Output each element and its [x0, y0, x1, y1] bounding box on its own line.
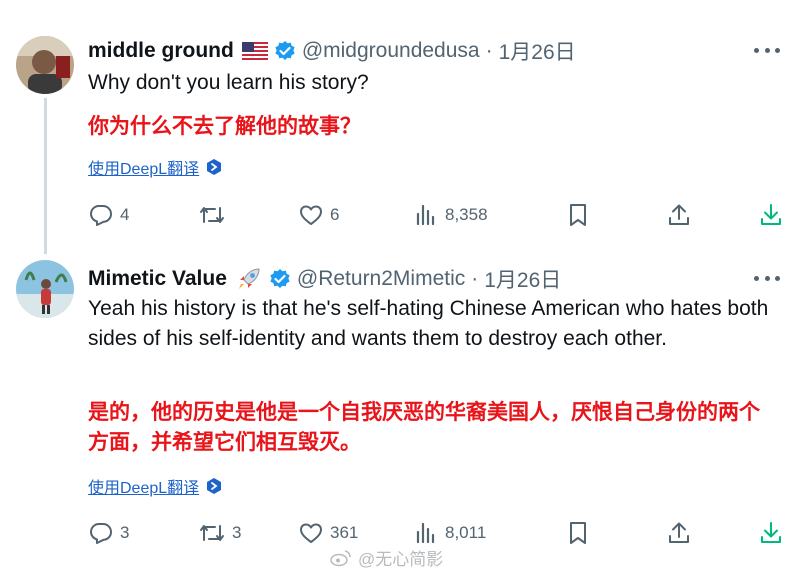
- tweet-text: Why don't you learn his story?: [88, 71, 369, 94]
- views-button[interactable]: 8,011: [413, 518, 486, 548]
- avatar[interactable]: [16, 36, 74, 94]
- more-icon[interactable]: [754, 268, 780, 288]
- thread-line: [44, 98, 47, 254]
- translate-link[interactable]: 使用DeepL翻译: [88, 474, 223, 498]
- bookmark-button[interactable]: [566, 200, 590, 230]
- separator: ·: [485, 39, 493, 62]
- watermark-text: @无心简影: [358, 550, 444, 569]
- download-button[interactable]: [758, 200, 784, 230]
- tweet-header: Mimetic Value @Return2Mimetic · 1月26日: [88, 264, 561, 294]
- bookmark-button[interactable]: [566, 518, 590, 548]
- display-name[interactable]: Mimetic Value: [88, 267, 227, 291]
- views-count: 8,011: [445, 523, 487, 542]
- retweet-button[interactable]: 3: [198, 518, 241, 548]
- like-button[interactable]: 361: [298, 518, 358, 548]
- share-button[interactable]: [666, 518, 692, 548]
- tweet-2[interactable]: Mimetic Value @Return2Mimetic · 1月26日 Ye…: [0, 248, 800, 574]
- bookmark-icon: [566, 202, 590, 228]
- heart-icon: [298, 520, 324, 546]
- rocket-icon: [235, 265, 263, 293]
- like-count: 6: [330, 205, 340, 224]
- retweet-icon: [198, 520, 226, 546]
- deepl-icon: [205, 158, 223, 176]
- separator: ·: [471, 267, 479, 290]
- tweet-date[interactable]: 1月26日: [484, 264, 561, 294]
- share-icon: [666, 520, 692, 546]
- avatar[interactable]: [16, 260, 74, 318]
- translation-text: 是的，他的历史是他是一个自我厌恶的华裔美国人，厌恨自己身份的两个方面，并希望它们…: [88, 401, 760, 454]
- like-button[interactable]: 6: [298, 200, 339, 230]
- retweet-count: 3: [232, 523, 242, 542]
- watermark: @无心简影: [330, 545, 443, 570]
- handle[interactable]: @Return2Mimetic: [297, 267, 465, 291]
- translate-link-label[interactable]: 使用DeepL翻译: [88, 474, 199, 498]
- tweet-date[interactable]: 1月26日: [499, 36, 576, 66]
- download-icon: [758, 520, 784, 546]
- views-button[interactable]: 8,358: [413, 200, 488, 230]
- deepl-icon: [205, 477, 223, 495]
- us-flag-icon: [241, 42, 268, 60]
- download-icon: [758, 202, 784, 228]
- reply-count: 4: [120, 205, 130, 224]
- more-icon[interactable]: [754, 40, 780, 60]
- retweet-button[interactable]: [198, 200, 232, 230]
- tweet-text: Yeah his history is that he's self-hatin…: [88, 297, 769, 350]
- bookmark-icon: [566, 520, 590, 546]
- tweet-header: middle ground @midgroundedusa · 1月26日: [88, 36, 576, 66]
- tweet-1[interactable]: middle ground @midgroundedusa · 1月26日 Wh…: [0, 0, 800, 254]
- share-button[interactable]: [666, 200, 692, 230]
- translation-text: 你为什么不去了解他的故事？: [88, 115, 361, 138]
- verified-badge-icon: [269, 268, 291, 290]
- views-icon: [413, 202, 439, 228]
- translate-link-label[interactable]: 使用DeepL翻译: [88, 155, 199, 179]
- views-icon: [413, 520, 439, 546]
- verified-badge-icon: [274, 40, 296, 62]
- reply-button[interactable]: 4: [88, 200, 129, 230]
- reply-icon: [88, 520, 114, 546]
- share-icon: [666, 202, 692, 228]
- weibo-icon: [330, 549, 352, 567]
- reply-button[interactable]: 3: [88, 518, 129, 548]
- download-button[interactable]: [758, 518, 784, 548]
- action-bar: 4 6 8,358: [88, 200, 788, 230]
- reply-count: 3: [120, 523, 130, 542]
- translate-link[interactable]: 使用DeepL翻译: [88, 155, 223, 179]
- like-count: 361: [330, 523, 359, 542]
- reply-icon: [88, 202, 114, 228]
- display-name[interactable]: middle ground: [88, 39, 234, 63]
- views-count: 8,358: [445, 205, 488, 224]
- retweet-icon: [198, 202, 226, 228]
- action-bar: 3 3 361 8,011: [88, 518, 788, 548]
- heart-icon: [298, 202, 324, 228]
- handle[interactable]: @midgroundedusa: [302, 39, 480, 63]
